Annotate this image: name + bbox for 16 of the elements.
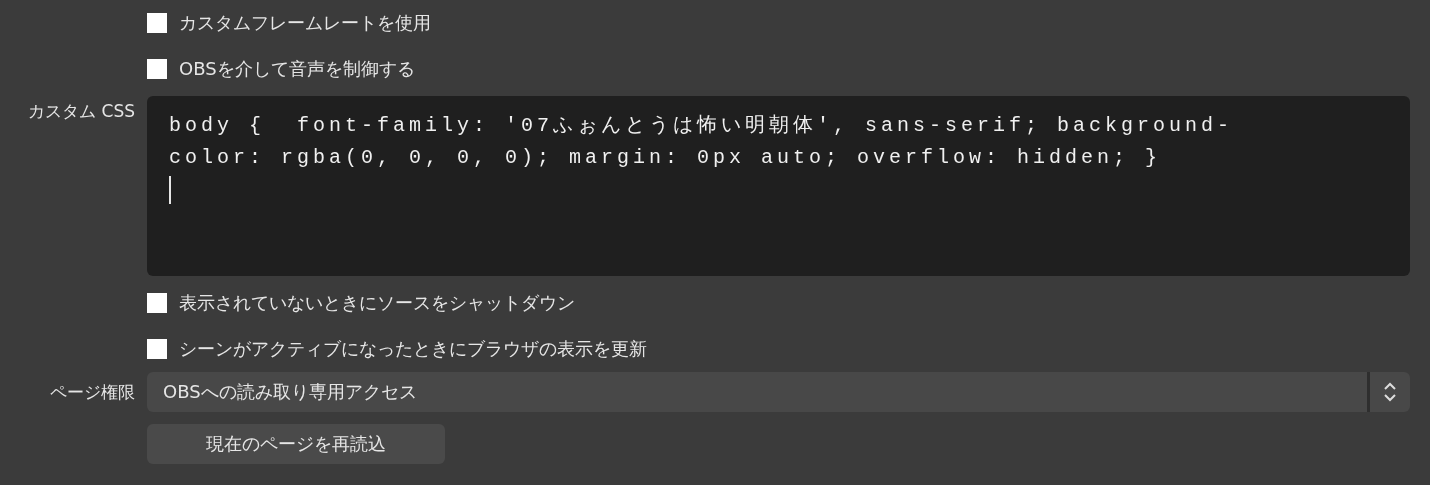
field-label: カスタム CSS [27,100,136,123]
checkbox[interactable] [147,293,167,313]
checkbox-label: 表示されていないときにソースをシャットダウン [179,291,575,315]
checkbox[interactable] [147,13,167,33]
checkbox-label: OBSを介して音声を制御する [179,57,415,81]
chevron-up-down-icon [1383,381,1397,403]
checkbox-label: シーンがアクティブになったときにブラウザの表示を更新 [179,337,647,361]
checkbox[interactable] [147,59,167,79]
code-text: body { font-family: '07ふぉんとうは怖い明朝体', sans-serif; background-color: rgba(0, 0, 0, 0); margin: 0px auto; overflow: hidden; } [169,113,1235,171]
reload-button[interactable]: 現在のページを再読込 [147,424,445,464]
field-label: ページ権限 [49,381,136,404]
permission-select[interactable]: OBSへの読み取り専用アクセス [147,372,1410,412]
checkbox-label: カスタムフレームレートを使用 [179,11,431,35]
text-cursor [169,176,171,204]
css-editor[interactable]: body { font-family: '07ふぉんとうは怖い明朝体', sans-serif; background-color: rgba(0, 0, 0, 0); margin: 0px auto; overflow: hidden; } [147,96,1410,276]
checkbox[interactable] [147,339,167,359]
